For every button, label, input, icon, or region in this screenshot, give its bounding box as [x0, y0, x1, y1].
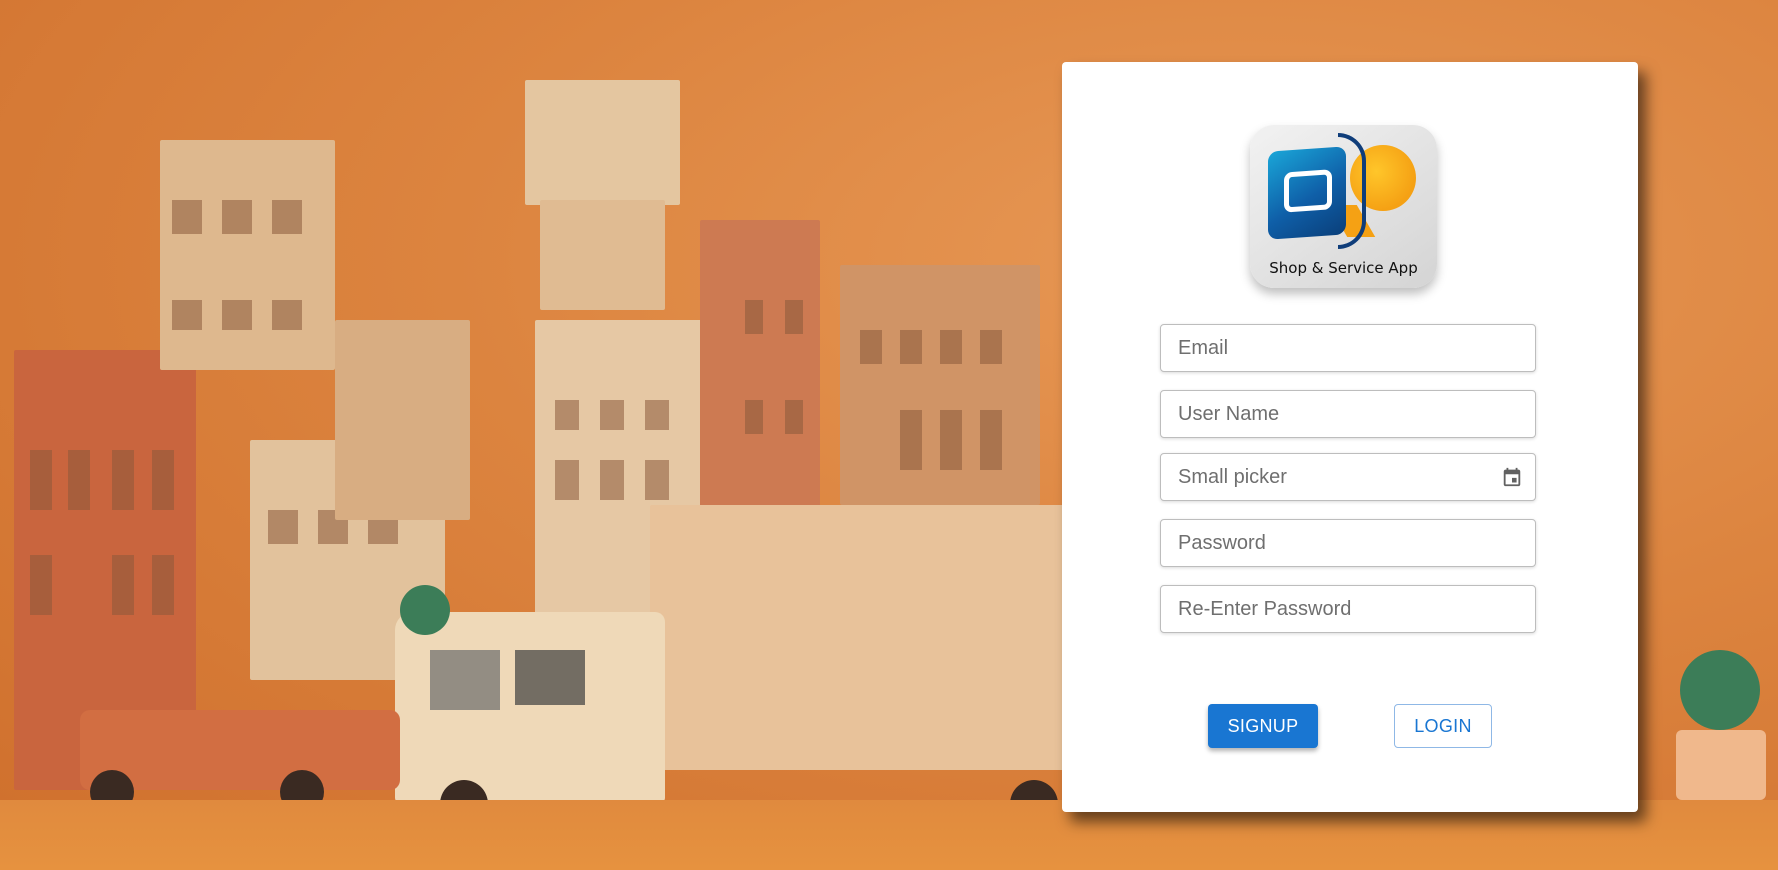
login-button[interactable]: LOGIN	[1394, 704, 1492, 748]
password-input[interactable]	[1161, 520, 1535, 566]
building	[700, 220, 820, 520]
calendar-icon[interactable]	[1501, 466, 1523, 488]
date-picker-input[interactable]	[1161, 454, 1535, 500]
email-field[interactable]	[1160, 324, 1536, 372]
box	[540, 200, 665, 310]
app-logo: Shop & Service App	[1250, 125, 1437, 288]
reenter-password-input[interactable]	[1161, 586, 1535, 632]
pot	[1676, 730, 1766, 800]
truck-trailer	[650, 505, 1070, 770]
username-input[interactable]	[1161, 391, 1535, 437]
password-field[interactable]	[1160, 519, 1536, 567]
date-picker-field[interactable]	[1160, 453, 1536, 501]
signup-card: Shop & Service App SIGNUP LOGIN	[1062, 62, 1638, 812]
username-field[interactable]	[1160, 390, 1536, 438]
signup-button[interactable]: SIGNUP	[1208, 704, 1318, 748]
email-input[interactable]	[1161, 325, 1535, 371]
logo-caption: Shop & Service App	[1269, 259, 1418, 277]
building	[160, 140, 335, 370]
reenter-password-field[interactable]	[1160, 585, 1536, 633]
plant	[1680, 650, 1760, 730]
building	[335, 320, 470, 520]
box	[525, 80, 680, 205]
chat-bubble-icon	[1268, 146, 1346, 240]
plant	[400, 585, 450, 635]
